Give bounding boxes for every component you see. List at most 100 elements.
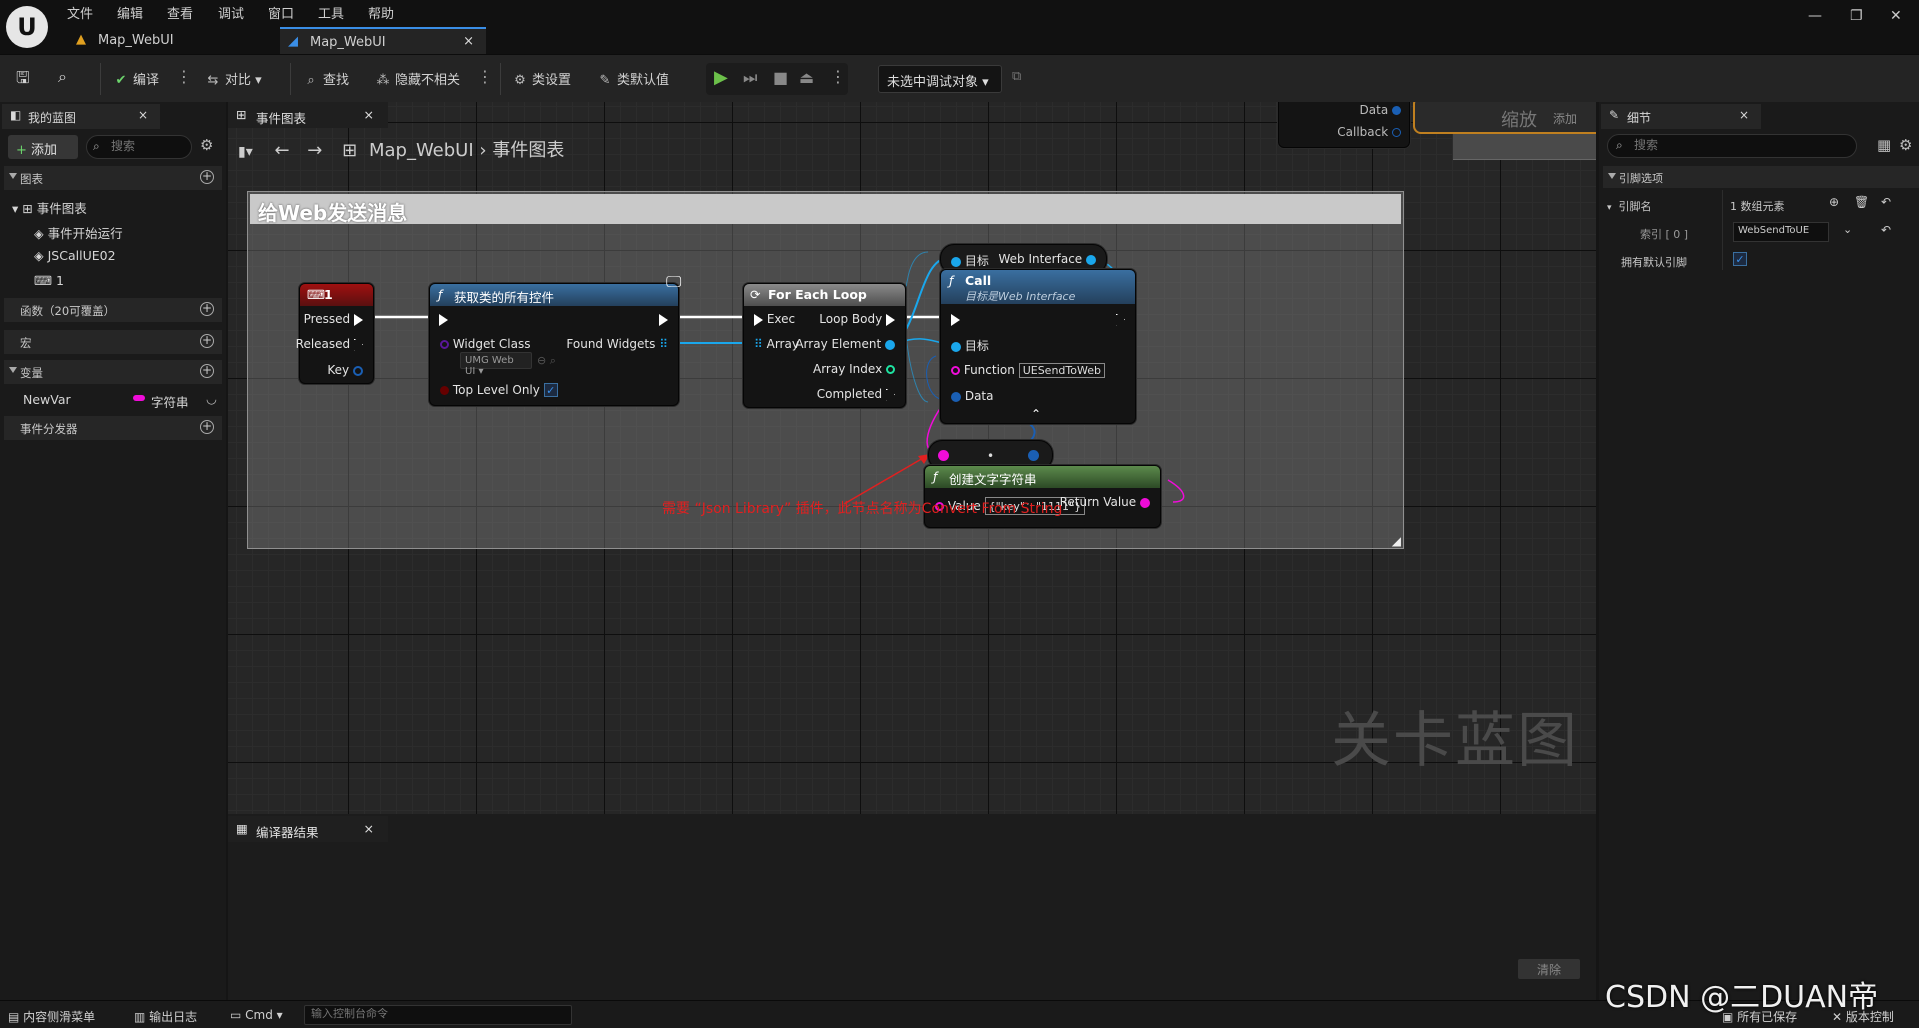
section-graphs[interactable]: 图表 + <box>4 166 222 190</box>
pin-exec-out[interactable] <box>1116 312 1125 326</box>
pin-exec-in[interactable] <box>951 312 960 326</box>
pin-return-value[interactable]: Return Value <box>1060 495 1150 509</box>
gear-icon[interactable]: ⚙ <box>200 136 213 154</box>
restore-icon[interactable]: ❐ <box>1850 8 1863 24</box>
section-pin-options[interactable]: 引脚选项 <box>1603 166 1919 188</box>
menu-view[interactable]: 查看 <box>167 3 193 22</box>
tab-event-graph[interactable]: ⊞ 事件图表 × <box>228 102 388 128</box>
search-input[interactable] <box>111 139 189 153</box>
node-header[interactable]: ƒ Call 目标是Web Interface <box>941 270 1135 304</box>
pin-widget-class[interactable]: Widget Class <box>440 337 530 351</box>
add-function-icon[interactable]: + <box>200 302 214 316</box>
unreal-logo-icon[interactable]: U <box>6 6 48 48</box>
pin-exec-out[interactable] <box>659 312 668 326</box>
checkbox[interactable]: ✓ <box>543 383 558 397</box>
pin-data[interactable]: Data <box>951 389 993 403</box>
menu-edit[interactable]: 编辑 <box>117 3 143 22</box>
tree-item-event-graph[interactable]: ▾ ⊞ 事件图表 <box>12 198 87 217</box>
minimize-icon[interactable]: — <box>1808 8 1822 24</box>
add-element-icon[interactable]: ⊕ <box>1829 195 1839 209</box>
add-variable-icon[interactable]: + <box>200 364 214 378</box>
close-icon[interactable]: × <box>138 108 148 122</box>
tree-item-event[interactable]: ⌨ 1 <box>34 273 64 288</box>
class-settings-button[interactable]: ⚙ 类设置 <box>512 69 571 88</box>
tab-level[interactable]: ▲ Map_WebUI <box>68 27 276 54</box>
menu-debug[interactable]: 调试 <box>218 3 244 22</box>
graph-canvas[interactable]: ▮▾ ← → ⊞ Map_WebUI › 事件图表 Data Callback … <box>228 102 1596 814</box>
node-get-all-widgets[interactable]: ƒ 获取类的所有控件 🖵 Widget Class UMG Web UI ▾ ⊖… <box>429 272 681 406</box>
pin-released[interactable]: Released <box>296 337 363 351</box>
variable-item[interactable]: NewVar 字符串 ◡ <box>23 391 223 410</box>
object-pin-icon[interactable] <box>1028 450 1039 461</box>
tab-compiler-results[interactable]: ▦ 编译器结果 × <box>228 816 388 842</box>
pin-loop-body[interactable]: Loop Body <box>819 312 895 326</box>
step-icon[interactable]: ⏭ <box>743 68 757 88</box>
search-box[interactable]: ⌕ <box>86 135 192 159</box>
output-log-button[interactable]: ▥ 输出日志 <box>134 1008 197 1025</box>
class-defaults-button[interactable]: ✎ 类默认值 <box>597 69 669 88</box>
menu-tools[interactable]: 工具 <box>318 3 344 22</box>
close-icon[interactable]: × <box>364 107 374 122</box>
close-icon[interactable]: × <box>1739 108 1749 122</box>
section-macros[interactable]: 宏 + <box>4 330 222 354</box>
index-value-input[interactable]: WebSendToUE <box>1733 222 1829 242</box>
chevron-down-icon[interactable]: ⌄ <box>1843 223 1852 236</box>
pin-exec-in[interactable] <box>439 312 448 326</box>
pin-pressed[interactable]: Pressed <box>304 312 363 326</box>
browse-icon[interactable]: ⌕ <box>58 67 67 87</box>
find-button[interactable]: ⌕ 查找 <box>303 69 349 88</box>
reset-icon[interactable]: ↶ <box>1881 195 1891 209</box>
collapse-icon[interactable]: ⌃ <box>1031 407 1041 421</box>
compile-button[interactable]: ✔ 编译 <box>113 69 159 88</box>
add-button[interactable]: + 添加 <box>8 135 78 159</box>
eye-icon[interactable]: ◡ <box>206 391 217 406</box>
add-dispatcher-icon[interactable]: + <box>200 420 214 434</box>
close-icon[interactable]: × <box>364 821 374 836</box>
pin-found-widgets[interactable]: Found Widgets ⠿ <box>566 337 668 351</box>
section-functions[interactable]: 函数（20可覆盖） + <box>4 298 222 322</box>
play-icon[interactable]: ▶ <box>714 67 728 88</box>
compile-options-icon[interactable]: ⋮ <box>176 67 192 86</box>
node-key-event[interactable]: ⌨ 1 Pressed Released Key <box>296 283 374 384</box>
menu-window[interactable]: 窗口 <box>268 3 294 22</box>
close-icon[interactable]: × <box>463 34 474 49</box>
widget-class-select[interactable]: UMG Web UI ▾ <box>460 352 532 377</box>
console-input[interactable] <box>311 1008 561 1020</box>
reset-icon[interactable]: ↶ <box>1881 223 1891 237</box>
node-for-each-loop[interactable]: ⟳ For Each Loop Exec ⠿ Array Loop Body A… <box>743 283 906 408</box>
content-drawer-button[interactable]: ▤ 内容侧滑菜单 <box>8 1008 95 1025</box>
node-call[interactable]: ƒ Call 目标是Web Interface 目标 Function UESe… <box>940 269 1136 424</box>
pin-array-element[interactable]: Array Element <box>795 337 895 351</box>
tab-details[interactable]: ✎ 细节 × <box>1601 104 1761 129</box>
details-search-box[interactable]: ⌕ <box>1607 134 1857 158</box>
tree-item-event[interactable]: ◈ 事件开始运行 <box>34 223 123 242</box>
trash-icon[interactable]: 🗑 <box>1854 195 1869 209</box>
close-window-icon[interactable]: ✕ <box>1890 8 1902 24</box>
node-header[interactable]: ƒ 创建文字字符串 <box>925 466 1160 488</box>
pin-function[interactable]: Function UESendToWeb <box>951 363 1105 378</box>
string-pin-icon[interactable] <box>938 450 949 461</box>
function-value-input[interactable]: UESendToWeb <box>1018 363 1105 378</box>
save-icon[interactable]: 🖫 <box>16 67 30 94</box>
pin-array-index[interactable]: Array Index <box>813 362 895 376</box>
node-header[interactable]: ƒ 获取类的所有控件 <box>430 284 678 306</box>
pin-key[interactable]: Key <box>327 363 363 377</box>
play-options-icon[interactable]: ⋮ <box>830 67 846 86</box>
more-options-icon[interactable]: ⋮ <box>477 67 493 86</box>
pin-target[interactable]: 目标 <box>951 337 989 354</box>
clear-button[interactable]: 清除 <box>1518 959 1580 979</box>
diff-button[interactable]: ⇆ 对比 ▾ <box>205 69 262 88</box>
hide-unrelated-button[interactable]: ⁂ 隐藏不相关 <box>375 69 461 88</box>
cmd-select[interactable]: ▭ Cmd ▾ <box>230 1008 283 1022</box>
add-macro-icon[interactable]: + <box>200 334 214 348</box>
pin-completed[interactable]: Completed <box>817 387 895 401</box>
debug-target-select[interactable]: 未选中调试对象 ▾ <box>878 65 1002 93</box>
details-search-input[interactable] <box>1634 138 1844 152</box>
pin-array[interactable]: ⠿ Array <box>754 337 799 351</box>
eject-icon[interactable]: ⏏ <box>799 68 814 87</box>
node-header[interactable]: ⟳ For Each Loop <box>744 284 905 306</box>
stop-icon[interactable]: ■ <box>773 68 788 87</box>
section-dispatchers[interactable]: 事件分发器 + <box>4 416 222 440</box>
console-input-box[interactable] <box>304 1005 572 1025</box>
default-pin-checkbox[interactable]: ✓ <box>1733 252 1747 266</box>
